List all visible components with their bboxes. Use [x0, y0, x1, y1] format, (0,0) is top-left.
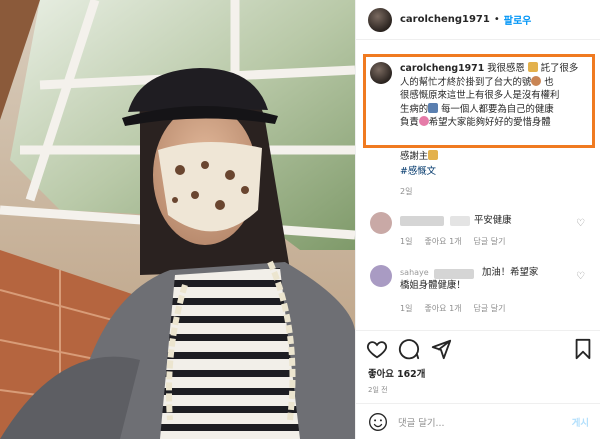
commenter-avatar[interactable]	[370, 265, 392, 287]
blurred-username-part	[450, 216, 470, 226]
post-date: 2일 전	[368, 386, 388, 394]
author-username[interactable]: carolcheng1971	[400, 14, 490, 25]
flower-emoji-icon	[418, 116, 429, 127]
reply-button[interactable]: 답글 달기	[474, 236, 506, 247]
caption-age: 2일	[400, 187, 413, 196]
actions-divider	[356, 330, 600, 331]
caption-avatar[interactable]	[370, 62, 392, 84]
comment-like-icon[interactable]: ♡	[576, 218, 585, 229]
comment-meta: 1일 좋아요 1개 답글 달기	[400, 236, 506, 247]
blurred-username-part	[434, 269, 474, 279]
selfie-image	[0, 0, 355, 439]
post-photo[interactable]	[0, 0, 355, 439]
add-comment-bar: 댓글 달기... 게시	[356, 404, 600, 439]
post-caption: carolcheng1971 我很感恩 託了很多 人的幫忙才終於掛到了台大的號 …	[370, 62, 590, 130]
comment-icon[interactable]	[398, 338, 420, 360]
bookmark-icon[interactable]	[572, 338, 594, 360]
author-avatar[interactable]	[368, 7, 392, 32]
comment-text-line2: 橋姐身體健康！	[400, 280, 466, 291]
praying-hands-icon	[527, 62, 538, 72]
comment-meta: 1일 좋아요 1개 답글 달기	[400, 303, 506, 314]
comment-item: 平安健康 ♡ 1일 좋아요 1개 답글 달기	[370, 212, 595, 252]
heart-icon[interactable]	[366, 338, 388, 360]
post-actions	[366, 338, 594, 362]
comment-input[interactable]: 댓글 달기...	[398, 415, 572, 429]
follow-button[interactable]: 팔로우	[504, 12, 532, 27]
commenter-avatar[interactable]	[370, 212, 392, 234]
comment-username[interactable]: sahaye	[400, 266, 429, 279]
caption-thanks: 感謝主	[400, 150, 439, 163]
comment-item: sahaye 加油！希望家 橋姐身體健康！ ♡ 1일 좋아요 1개 답글 달기	[370, 265, 595, 325]
blurred-username	[400, 216, 444, 226]
comment-likes[interactable]: 좋아요 1개	[424, 236, 461, 247]
caption-text: carolcheng1971 我很感恩 託了很多 人的幫忙才終於掛到了台大的號 …	[400, 62, 579, 129]
share-icon[interactable]	[430, 338, 452, 360]
post-comment-button[interactable]: 게시	[572, 415, 589, 429]
document-emoji-icon	[428, 102, 439, 113]
comment-time: 1일	[400, 304, 413, 313]
hashtag-link[interactable]: #感慨文	[400, 163, 436, 177]
caption-username[interactable]: carolcheng1971	[400, 63, 484, 74]
comment-text: 平安健康	[474, 215, 512, 226]
comment-time: 1일	[400, 237, 413, 246]
smile-icon[interactable]	[368, 412, 388, 432]
comment-likes[interactable]: 좋아요 1개	[424, 303, 461, 314]
post-header: carolcheng1971 • 팔로우	[356, 0, 600, 40]
comment-like-icon[interactable]: ♡	[576, 271, 585, 282]
comment-text-line1: 加油！希望家	[482, 267, 539, 278]
header-separator: •	[493, 14, 500, 25]
praying-hands-icon	[428, 150, 439, 160]
girl-emoji-icon	[531, 75, 542, 86]
like-count[interactable]: 좋아요 162개	[368, 366, 425, 380]
reply-button[interactable]: 답글 달기	[474, 303, 506, 314]
post-side-panel: carolcheng1971 • 팔로우 carolcheng1971 我很感恩…	[355, 0, 600, 439]
